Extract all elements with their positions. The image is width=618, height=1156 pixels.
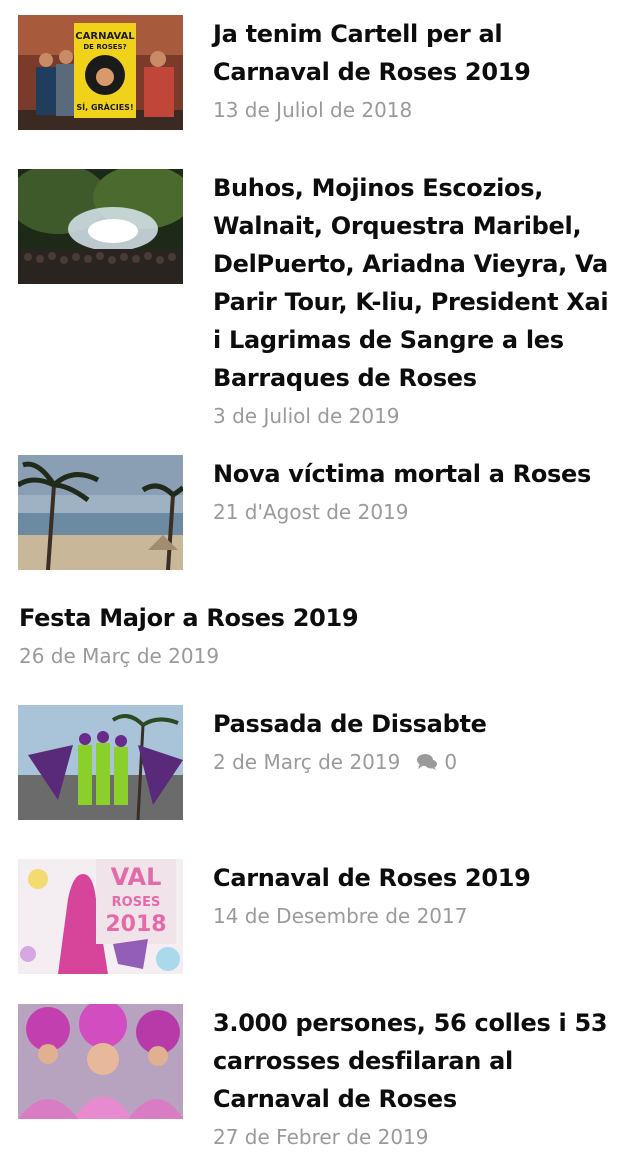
post-text: Buhos, Mojinos Escozios, Walnait, Orques…	[213, 169, 613, 435]
post-text: Festa Major a Roses 2019 26 de Març de 2…	[19, 599, 419, 675]
comments-link[interactable]: 0	[416, 743, 457, 781]
post-title[interactable]: 3.000 persones, 56 colles i 53 carrosses…	[213, 1004, 613, 1118]
post-title[interactable]: Festa Major a Roses 2019	[19, 599, 419, 637]
post-thumbnail[interactable]: CARNAVAL DE ROSES? SÍ, GRÀCIES!	[18, 15, 183, 130]
post-date: 3 de Juliol de 2019	[213, 404, 400, 428]
poster-text: DE ROSES?	[83, 43, 126, 51]
post-text: Ja tenim Cartell per al Carnaval de Rose…	[213, 15, 613, 129]
post-meta: 13 de Juliol de 2018	[213, 91, 613, 129]
post-thumbnail[interactable]: VAL ROSES 2018	[18, 859, 183, 974]
post-title[interactable]: Passada de Dissabte	[213, 705, 613, 743]
comment-count: 0	[444, 750, 458, 774]
poster-text: CARNAVAL	[75, 31, 135, 42]
post-thumbnail[interactable]	[18, 169, 183, 284]
post-meta: 3 de Juliol de 2019	[213, 397, 613, 435]
post-date: 14 de Desembre de 2017	[213, 904, 468, 928]
post-thumbnail[interactable]	[18, 455, 183, 570]
post-thumbnail[interactable]	[18, 1004, 183, 1119]
comments-icon	[417, 754, 438, 770]
post-meta: 14 de Desembre de 2017	[213, 897, 613, 935]
post-title[interactable]: Nova víctima mortal a Roses	[213, 455, 613, 493]
poster-text: VAL	[111, 863, 162, 891]
poster-text: 2018	[105, 912, 166, 937]
poster-text: ROSES	[112, 895, 161, 910]
post-meta: 26 de Març de 2019	[19, 637, 419, 675]
post-text: Passada de Dissabte 2 de Març de 2019 0	[213, 705, 613, 781]
post-meta: 2 de Març de 2019 0	[213, 743, 613, 781]
post-thumbnail[interactable]	[18, 705, 183, 820]
post-title[interactable]: Ja tenim Cartell per al Carnaval de Rose…	[213, 15, 613, 91]
post-date: 26 de Març de 2019	[19, 644, 220, 668]
post-date: 13 de Juliol de 2018	[213, 98, 413, 122]
post-meta: 21 d'Agost de 2019	[213, 493, 613, 531]
post-date: 2 de Març de 2019	[213, 750, 401, 774]
post-text: 3.000 persones, 56 colles i 53 carrosses…	[213, 1004, 613, 1156]
poster-text: SÍ, GRÀCIES!	[76, 101, 133, 112]
post-date: 27 de Febrer de 2019	[213, 1125, 429, 1149]
post-meta: 27 de Febrer de 2019	[213, 1118, 613, 1156]
post-text: Nova víctima mortal a Roses 21 d'Agost d…	[213, 455, 613, 531]
post-date: 21 d'Agost de 2019	[213, 500, 409, 524]
post-text: Carnaval de Roses 2019 14 de Desembre de…	[213, 859, 613, 935]
post-title[interactable]: Carnaval de Roses 2019	[213, 859, 613, 897]
post-title[interactable]: Buhos, Mojinos Escozios, Walnait, Orques…	[213, 169, 613, 397]
